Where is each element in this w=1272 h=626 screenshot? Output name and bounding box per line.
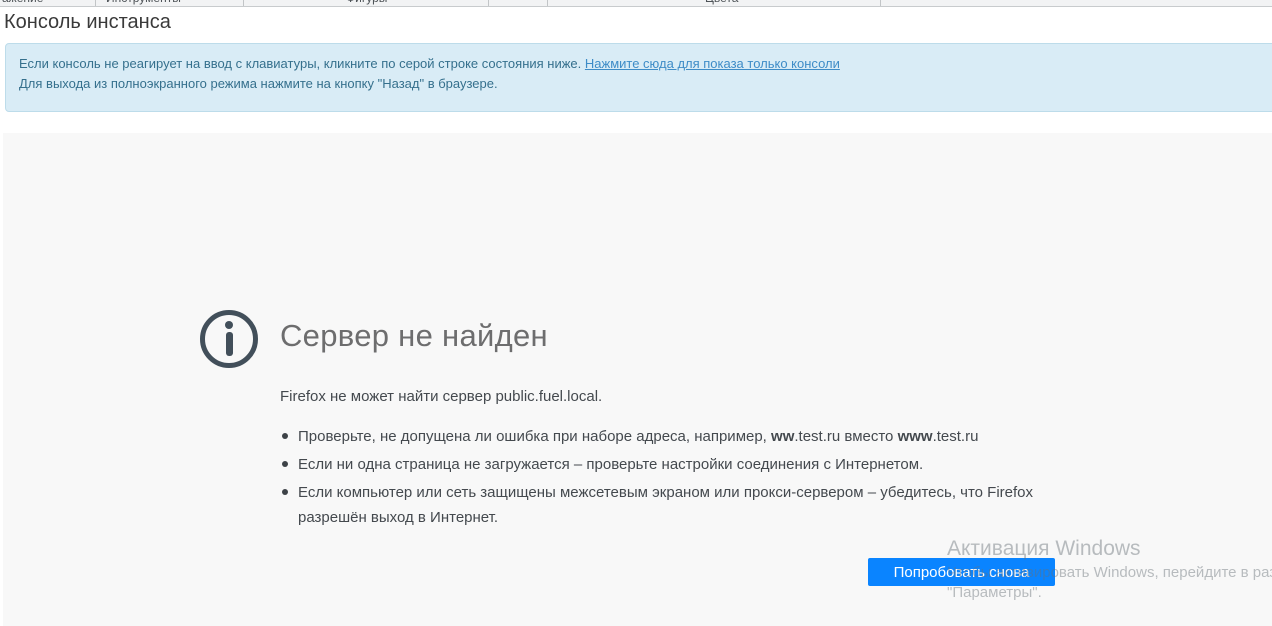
error-suggestions-list: Проверьте, не допущена ли ошибка при наб… [282, 424, 1043, 533]
notice-line-1: Если консоль не реагирует на ввод с клав… [19, 54, 1263, 74]
notice-text: Если консоль не реагирует на ввод с клав… [19, 56, 585, 71]
info-icon-dot [225, 321, 233, 329]
menu-item-colors[interactable]: Цвета [705, 0, 738, 5]
error-description: Firefox не может найти сервер public.fue… [280, 388, 603, 405]
bullet1-bold-ww: ww [771, 428, 795, 445]
menu-item-tools[interactable]: Инструменты [106, 0, 181, 5]
error-bullet-connection: Если ни одна страница не загружается – п… [282, 452, 1043, 477]
console-notice: Если консоль не реагирует на ввод с клав… [5, 43, 1272, 112]
console-screen[interactable] [3, 133, 1272, 626]
menu-separator [95, 0, 96, 6]
bullet1-mid: .test.ru вместо [794, 428, 898, 445]
show-console-link[interactable]: Нажмите сюда для показа только консоли [585, 56, 840, 71]
menu-item-image[interactable]: ажение [2, 0, 43, 5]
error-bullet-firewall: Если компьютер или сеть защищены межсете… [282, 480, 1043, 530]
menu-separator [547, 0, 548, 6]
menu-item-shapes[interactable]: Фигуры [346, 0, 387, 5]
page-title: Консоль инстанса [4, 11, 171, 33]
menu-separator [243, 0, 244, 6]
bullet1-prefix: Проверьте, не допущена ли ошибка при наб… [298, 428, 772, 445]
error-title: Сервер не найден [280, 318, 548, 353]
info-icon-stem [225, 332, 233, 356]
page-header: Консоль инстанса [0, 8, 1272, 43]
error-bullet-typo: Проверьте, не допущена ли ошибка при наб… [282, 424, 1043, 449]
bullet1-suffix: .test.ru [932, 428, 979, 445]
bullet1-bold-www: www [897, 428, 933, 445]
menu-separator [488, 0, 489, 6]
menu-bar: ажение Инструменты Фигуры Цвета [0, 0, 1272, 7]
info-icon [200, 310, 258, 368]
menu-separator [880, 0, 881, 6]
notice-line-2: Для выхода из полноэкранного режима нажм… [19, 76, 498, 91]
retry-button[interactable]: Попробовать снова [868, 558, 1055, 586]
